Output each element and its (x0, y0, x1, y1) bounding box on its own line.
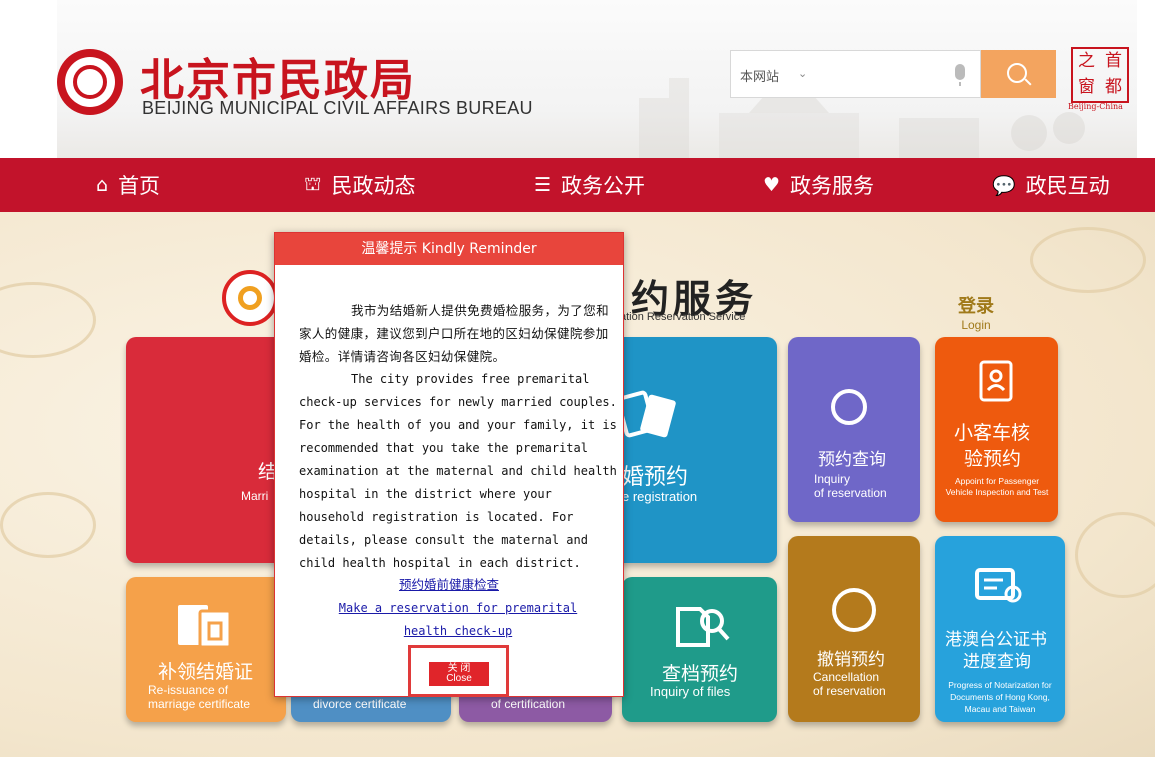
capital-window-seal[interactable]: 之 首 窗 都 (1071, 47, 1129, 103)
capital-seal-caption: Beijing-China (1068, 102, 1123, 111)
tile-label-cn: 补领结婚证 (158, 661, 254, 683)
tile-label-cn: 预约查询 (818, 450, 886, 470)
nav-item-label: 政务公开 (561, 174, 646, 198)
tile-inquiry-files[interactable]: 查档预约 Inquiry of files (622, 577, 777, 722)
seal-char: 之 (1078, 51, 1095, 71)
close-button[interactable]: 关 闭 Close (429, 662, 489, 686)
cancel-circle-icon (832, 588, 876, 632)
tile-label-en: e registration (622, 489, 698, 504)
cloud-decoration (0, 492, 96, 558)
seal-char: 都 (1105, 77, 1122, 97)
tile-label-en: Progress of Notarization for Documents o… (948, 680, 1052, 714)
tile-inquiry-reservation[interactable]: 预约查询 Inquiry of reservation (788, 337, 920, 522)
chat-icon: 💬 (992, 174, 1016, 197)
tile-divorce-registration[interactable]: 婚预约 e registration (600, 337, 777, 563)
nav-item-label: 政务服务 (790, 174, 875, 198)
login-label-cn: 登录 (958, 296, 994, 317)
heart-icon: ♥ (763, 174, 781, 196)
tile-cancellation[interactable]: 撤销预约 Cancellation of reservation (788, 536, 920, 722)
home-icon: ⌂ (96, 174, 109, 196)
close-label-en: Close (446, 673, 472, 684)
modal-text-cn: 我市为结婚新人提供免费婚检服务，为了您和家人的健康，建议您到户口所在地的区妇幼保… (299, 303, 610, 364)
tile-hmt-notarization[interactable]: 港澳台公证书 进度查询 Progress of Notarization for… (935, 536, 1065, 722)
cloud-decoration (0, 282, 96, 358)
building-icon: ⛫ (304, 172, 322, 195)
tile-marriage-registration[interactable]: 结 Marri (126, 337, 286, 563)
modal-title: 温馨提示 Kindly Reminder (275, 233, 623, 265)
service-subtitle: ation Reservation Service (620, 311, 746, 323)
tile-label-en: marriage certificate (148, 697, 251, 711)
tile-label-cn: 验预约 (964, 448, 1022, 470)
nav-item-home[interactable]: ⌂ 首页 (96, 158, 160, 212)
reserve-checkup-link-cn[interactable]: 预约婚前健康检查 (275, 574, 623, 593)
reserve-checkup-link-en[interactable]: Make a reservation for premarital health… (315, 597, 601, 643)
modal-body: 我市为结婚新人提供免费婚检服务，为了您和家人的健康，建议您到户口所在地的区妇幼保… (299, 299, 617, 575)
nav-item-label: 首页 (118, 174, 161, 198)
site-header: 北京市民政局 BEIJING MUNICIPAL CIVIL AFFAIRS B… (0, 0, 1155, 158)
tile-label-cn: 进度查询 (963, 652, 1031, 672)
tile-label-en: Inquiry (814, 472, 851, 486)
tile-label-cn: 查档预约 (662, 663, 739, 685)
tile-label-en: Re-issuance of (148, 683, 229, 697)
nav-item-news[interactable]: ⛫ 民政动态 (304, 158, 415, 212)
login-label-en: Login (961, 318, 991, 332)
modal-text-en: The city provides free premarital check-… (299, 372, 617, 570)
reminder-modal: 温馨提示 Kindly Reminder 我市为结婚新人提供免费婚检服务，为了您… (274, 232, 624, 697)
service-logo (222, 270, 278, 326)
tile-reissue-certificate[interactable]: 补领结婚证 Re-issuance of marriage certificat… (126, 577, 286, 722)
search-input[interactable]: 本网站 ⌄ (730, 50, 981, 98)
cloud-decoration (1030, 227, 1146, 293)
tile-vehicle-inspection[interactable]: 小客车核 验预约 Appoint for Passenger Vehicle I… (935, 337, 1058, 522)
org-name-en[interactable]: BEIJING MUNICIPAL CIVIL AFFAIRS BUREAU (142, 98, 533, 119)
tile-label-en: of reservation (813, 684, 886, 698)
search-scope-label[interactable]: 本网站 (740, 66, 779, 85)
cloud-decoration (1075, 512, 1155, 598)
tile-label-en: Marri (241, 489, 269, 503)
id-book-icon (979, 360, 1013, 402)
file-search-icon (676, 607, 730, 647)
tile-label-en: of certification (491, 697, 566, 711)
seal-char: 首 (1105, 51, 1122, 71)
bureau-emblem[interactable] (57, 49, 123, 115)
seal-char: 窗 (1078, 77, 1095, 97)
tile-label-en: Inquiry of files (650, 684, 731, 699)
nav-item-disclosure[interactable]: ☰ 政务公开 (534, 158, 645, 212)
id-card-search-icon (975, 568, 1022, 603)
tile-label-cn: 婚预约 (622, 465, 689, 490)
document-stack-icon: ☰ (534, 174, 552, 196)
tile-label-cn: 小客车核 (954, 422, 1031, 444)
certificate-icon (178, 605, 232, 649)
nav-item-label: 政民互动 (1025, 174, 1110, 198)
tile-label-cn: 撤销预约 (817, 650, 885, 670)
search-button[interactable] (981, 50, 1056, 98)
card-icon (618, 390, 676, 438)
chevron-down-icon[interactable]: ⌄ (798, 67, 807, 80)
tile-label-en: Appoint for Passenger Vehicle Inspection… (945, 476, 1049, 497)
tile-label-en: divorce certificate (313, 697, 407, 711)
login-link[interactable]: 登录 Login (958, 292, 994, 332)
nav-item-interaction[interactable]: 💬 政民互动 (992, 158, 1110, 212)
globe-search-icon (831, 389, 867, 425)
tile-label-en: of reservation (814, 486, 887, 500)
main-nav: ⌂ 首页 ⛫ 民政动态 ☰ 政务公开 ♥ 政务服务 💬 政民互动 (0, 158, 1155, 212)
nav-item-label: 民政动态 (331, 174, 416, 198)
tile-label-en: Cancellation (813, 670, 880, 684)
microphone-icon[interactable] (955, 64, 965, 86)
nav-item-services[interactable]: ♥ 政务服务 (763, 158, 874, 212)
